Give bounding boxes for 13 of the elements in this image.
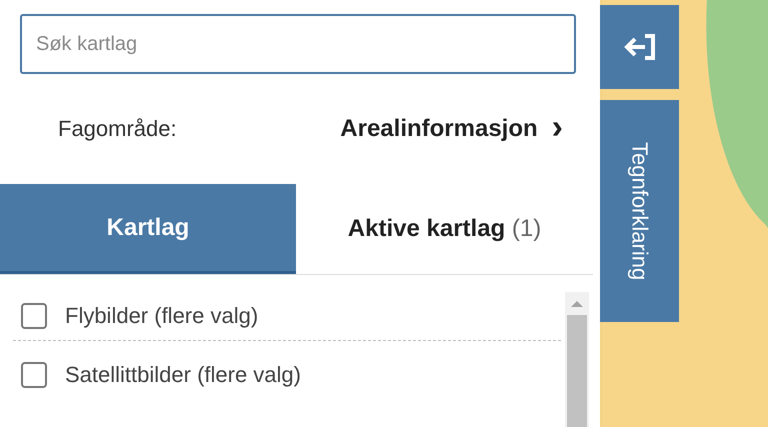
layer-label[interactable]: Flybilder (flere valg) <box>65 303 258 329</box>
exit-icon <box>622 33 656 61</box>
legend-tab[interactable]: Tegnforklaring <box>600 100 679 322</box>
subject-label: Fagområde: <box>58 116 178 142</box>
chevron-icon[interactable]: › <box>552 110 563 144</box>
exit-button[interactable] <box>600 5 679 89</box>
checkbox[interactable] <box>21 362 47 388</box>
tab[interactable]: Kartlag <box>0 184 296 274</box>
search-field[interactable]: Søk kartlag <box>20 14 576 74</box>
layer-label[interactable]: Satellittbilder (flere valg) <box>65 362 301 388</box>
checkbox[interactable] <box>21 303 47 329</box>
scrollbar[interactable] <box>565 292 589 427</box>
subject-value[interactable]: Arealinformasjon <box>340 115 538 143</box>
